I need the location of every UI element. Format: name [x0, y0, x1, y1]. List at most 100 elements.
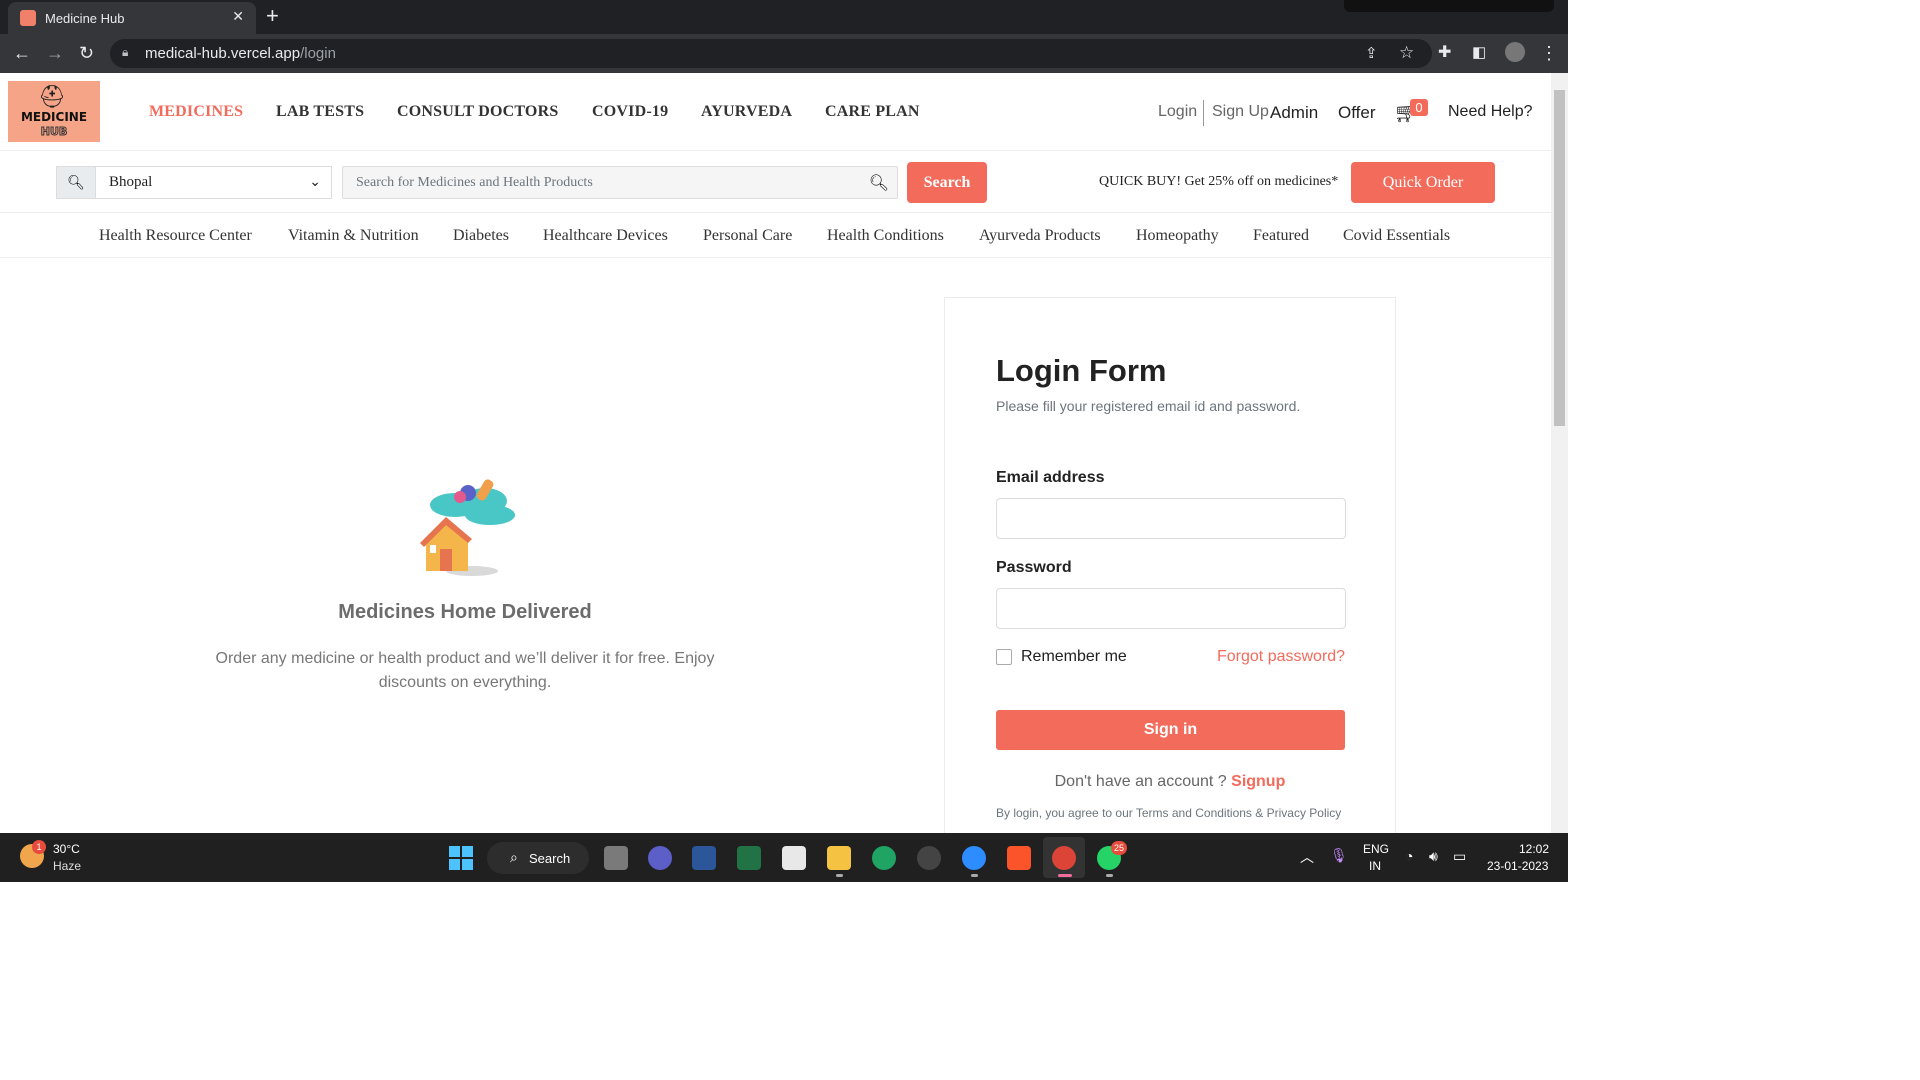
taskbar: 1 30°C Haze ⌕ Search 25 ︿ 🎙︎ ENG IN ◔ 🔊︎… [0, 833, 1568, 882]
forward-icon[interactable]: → [46, 42, 64, 64]
admin-link[interactable]: Admin [1270, 103, 1318, 123]
new-tab-icon[interactable]: + [266, 4, 279, 28]
divider [0, 257, 1551, 258]
nav-covid-19[interactable]: COVID-19 [592, 103, 668, 121]
password-field[interactable] [996, 588, 1346, 629]
dell-icon[interactable] [917, 846, 941, 870]
promo-title: Medicines Home Delivered [338, 601, 592, 623]
taskbar-search[interactable]: ⌕ Search [487, 842, 589, 874]
share-icon[interactable]: ⇪ [1365, 43, 1378, 65]
category-vitamin-nutrition[interactable]: Vitamin & Nutrition [288, 227, 419, 245]
temperature[interactable]: 30°C [53, 842, 80, 856]
nav-consult-doctors[interactable]: CONSULT DOCTORS [397, 103, 558, 121]
nav-lab-tests[interactable]: LAB TESTS [276, 103, 364, 121]
no-account-text: Don't have an account ? [1054, 773, 1227, 790]
promo-description: Order any medicine or health product and… [215, 650, 715, 691]
logo-text-medicine: MEDICINE [20, 110, 88, 124]
bookmark-star-icon[interactable]: ☆ [1399, 42, 1414, 64]
side-panel-icon[interactable]: ◧ [1472, 42, 1486, 64]
browser-tab[interactable]: Medicine Hub ✕ [8, 2, 256, 34]
login-subtitle: Please fill your registered email id and… [996, 398, 1301, 414]
url-text[interactable]: medical-hub.vercel.app/login [145, 45, 336, 62]
category-health-resource-center[interactable]: Health Resource Center [99, 227, 252, 245]
web-page: ⛑︎ MEDICINE HUB MEDICINES LAB TESTS CONS… [0, 73, 1551, 833]
taskbar-search-label: Search [529, 851, 571, 866]
reload-icon[interactable]: ↻ [79, 42, 94, 64]
nav-medicines[interactable]: MEDICINES [149, 103, 243, 121]
offer-link[interactable]: Offer [1338, 103, 1375, 123]
page-scrollbar[interactable] [1551, 73, 1568, 833]
login-card: Login Form Please fill your registered e… [944, 297, 1396, 833]
category-featured[interactable]: Featured [1253, 227, 1309, 245]
cart-count-badge: 0 [1410, 99, 1428, 116]
help-link[interactable]: Need Help? [1448, 103, 1533, 121]
category-ayurveda-products[interactable]: Ayurveda Products [979, 227, 1101, 245]
language-code[interactable]: ENG [1363, 842, 1389, 856]
task-view-icon[interactable] [604, 846, 628, 870]
email-field[interactable] [996, 498, 1346, 539]
category-health-conditions[interactable]: Health Conditions [827, 227, 944, 245]
location-search-icon: 🔍︎ [57, 167, 96, 198]
extensions-icon[interactable]: ✚ [1438, 42, 1451, 64]
clock-date[interactable]: 23-01-2023 [1487, 859, 1548, 873]
store-icon[interactable] [782, 846, 806, 870]
login-title: Login Form [996, 353, 1167, 388]
forgot-password-link[interactable]: Forgot password? [1217, 648, 1345, 666]
browser-toolbar: ← → ↻ 🔒︎ medical-hub.vercel.app/login ⇪ … [0, 34, 1568, 73]
divider [1203, 100, 1204, 126]
category-diabetes[interactable]: Diabetes [453, 227, 509, 245]
clock-time[interactable]: 12:02 [1519, 842, 1549, 856]
logo-text-hub: HUB [40, 125, 68, 139]
category-healthcare-devices[interactable]: Healthcare Devices [543, 227, 668, 245]
location-select[interactable]: 🔍︎ Bhopal ⌄ [56, 166, 332, 199]
nav-care-plan[interactable]: CARE PLAN [825, 103, 920, 121]
file-explorer-icon[interactable] [827, 846, 851, 870]
site-logo[interactable]: ⛑︎ MEDICINE HUB [8, 81, 100, 142]
scrollbar-thumb[interactable] [1554, 90, 1565, 426]
login-link[interactable]: Login [1158, 103, 1197, 121]
brave-icon[interactable] [1007, 846, 1031, 870]
volume-icon[interactable]: 🔊︎ [1429, 848, 1438, 865]
word-icon[interactable] [692, 846, 716, 870]
nav-ayurveda[interactable]: AYURVEDA [701, 103, 792, 121]
excel-icon[interactable] [737, 846, 761, 870]
hand-medicine-icon: ⛑︎ [38, 84, 66, 109]
divider [0, 150, 1551, 151]
remember-checkbox[interactable] [996, 649, 1012, 665]
window-controls [1344, 0, 1554, 12]
signup-link[interactable]: Signup [1231, 773, 1285, 790]
terms-text: By login, you agree to our Terms and Con… [996, 806, 1342, 820]
search-button[interactable]: Search [907, 162, 987, 203]
remember-label[interactable]: Remember me [1021, 648, 1127, 666]
category-covid-essentials[interactable]: Covid Essentials [1343, 227, 1450, 245]
category-personal-care[interactable]: Personal Care [703, 227, 792, 245]
microphone-icon[interactable]: 🎙︎ [1330, 847, 1348, 864]
running-indicator [836, 874, 843, 877]
wifi-icon[interactable]: ◔ [1405, 848, 1413, 864]
language-region[interactable]: IN [1369, 859, 1381, 873]
sign-in-button[interactable]: Sign in [996, 710, 1345, 750]
browser-tab-strip: Medicine Hub ✕ + [0, 0, 1568, 34]
weather-condition[interactable]: Haze [53, 859, 81, 873]
address-bar[interactable]: 🔒︎ medical-hub.vercel.app/login ⇪ ☆ [110, 39, 1432, 68]
search-input[interactable] [343, 167, 863, 198]
teams-chat-icon[interactable] [648, 846, 672, 870]
battery-icon[interactable]: ▭ [1453, 848, 1466, 865]
zoom-icon[interactable] [962, 846, 986, 870]
close-tab-icon[interactable]: ✕ [232, 8, 244, 25]
lock-icon[interactable]: 🔒︎ [122, 45, 128, 60]
profile-avatar[interactable] [1505, 42, 1525, 62]
quick-order-button[interactable]: Quick Order [1351, 162, 1495, 203]
edge-icon[interactable] [872, 846, 896, 870]
search-icon[interactable]: 🔍︎ [869, 173, 889, 193]
weather-badge: 1 [32, 840, 46, 854]
signup-link-header[interactable]: Sign Up [1212, 103, 1269, 121]
menu-kebab-icon[interactable]: ⋮ [1540, 42, 1558, 64]
chevron-down-icon: ⌄ [309, 173, 321, 189]
search-icon: ⌕ [510, 849, 518, 865]
chrome-icon[interactable] [1052, 846, 1076, 870]
category-homeopathy[interactable]: Homeopathy [1136, 227, 1219, 245]
windows-start-icon[interactable] [449, 846, 473, 870]
chevron-up-icon[interactable]: ︿ [1300, 847, 1314, 867]
back-icon[interactable]: ← [13, 42, 31, 64]
